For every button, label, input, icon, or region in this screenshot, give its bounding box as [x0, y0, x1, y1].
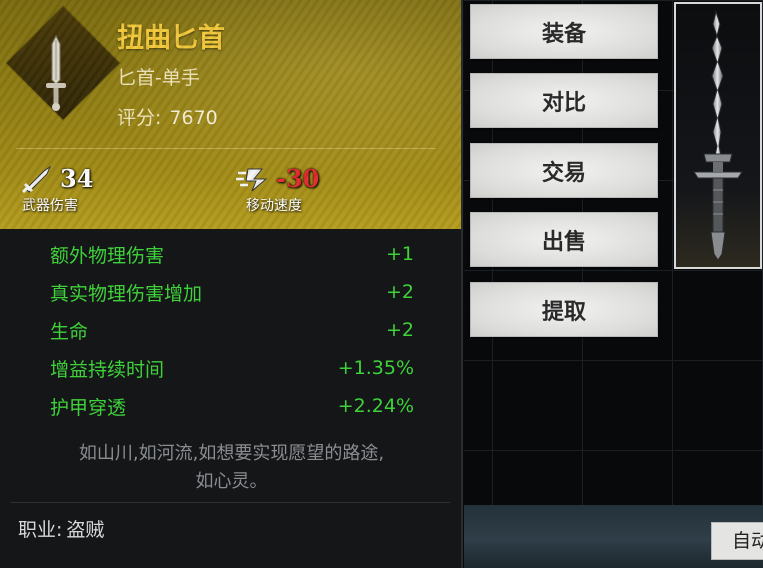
- speed-icon: [236, 168, 268, 191]
- class-requirement: 职业: 盗贼: [18, 515, 104, 542]
- equip-button[interactable]: 装备: [470, 4, 658, 59]
- attribute-row: 生命 +2: [50, 315, 414, 345]
- tooltip-header: 扭曲匕首 匕首-单手 评分: 7670 34 武器伤害 -30 移动速度: [0, 0, 461, 229]
- attribute-value: +1: [385, 243, 414, 265]
- sell-button[interactable]: 出售: [470, 212, 658, 267]
- score-label: 评分:: [117, 107, 162, 129]
- header-divider: [16, 148, 436, 149]
- weapon-damage-stat: 34 武器伤害: [22, 164, 142, 215]
- move-speed-stat: -30 移动速度: [236, 164, 356, 215]
- score-value: 7670: [169, 107, 218, 129]
- attribute-value: +2: [385, 319, 414, 341]
- weapon-preview: [674, 2, 762, 269]
- attribute-name: 增益持续时间: [50, 358, 165, 381]
- twisted-dagger-image: [693, 10, 743, 261]
- attribute-value: +2: [385, 281, 414, 303]
- footer-divider: [10, 502, 450, 503]
- attribute-row: 额外物理伤害 +1: [50, 239, 414, 269]
- flavor-text: 如山川,如河流,如想要实现愿望的路途, 如心灵。: [10, 440, 453, 496]
- flavor-line: 如心灵。: [195, 471, 268, 492]
- attribute-row: 真实物理伤害增加 +2: [50, 277, 414, 307]
- compare-button[interactable]: 对比: [470, 73, 658, 128]
- item-score: 评分: 7670: [117, 103, 218, 130]
- trade-button[interactable]: 交易: [470, 143, 658, 198]
- attribute-row: 增益持续时间 +1.35%: [50, 353, 414, 383]
- attribute-value: +2.24%: [337, 395, 414, 417]
- weapon-damage-value: 34: [60, 164, 94, 193]
- dagger-icon: [46, 34, 66, 111]
- attribute-name: 真实物理伤害增加: [50, 282, 203, 305]
- extract-button[interactable]: 提取: [470, 282, 658, 337]
- class-label: 职业:: [18, 519, 63, 541]
- attribute-value: +1.35%: [337, 357, 414, 379]
- auto-button[interactable]: 自动: [711, 522, 763, 560]
- attribute-name: 额外物理伤害: [50, 244, 165, 267]
- item-name: 扭曲匕首: [117, 23, 225, 54]
- move-speed-value: -30: [276, 164, 320, 193]
- flavor-line: 如山川,如河流,如想要实现愿望的路途,: [78, 443, 385, 464]
- attribute-name: 护甲穿透: [50, 396, 127, 419]
- sword-icon: [22, 165, 52, 193]
- move-speed-label: 移动速度: [246, 198, 302, 214]
- attribute-row: 护甲穿透 +2.24%: [50, 391, 414, 421]
- class-value: 盗贼: [66, 519, 105, 541]
- item-type: 匕首-单手: [117, 67, 200, 89]
- attribute-name: 生命: [50, 320, 89, 343]
- weapon-damage-label: 武器伤害: [22, 198, 78, 214]
- item-tooltip: 扭曲匕首 匕首-单手 评分: 7670 34 武器伤害 -30 移动速度 额外物…: [0, 0, 463, 568]
